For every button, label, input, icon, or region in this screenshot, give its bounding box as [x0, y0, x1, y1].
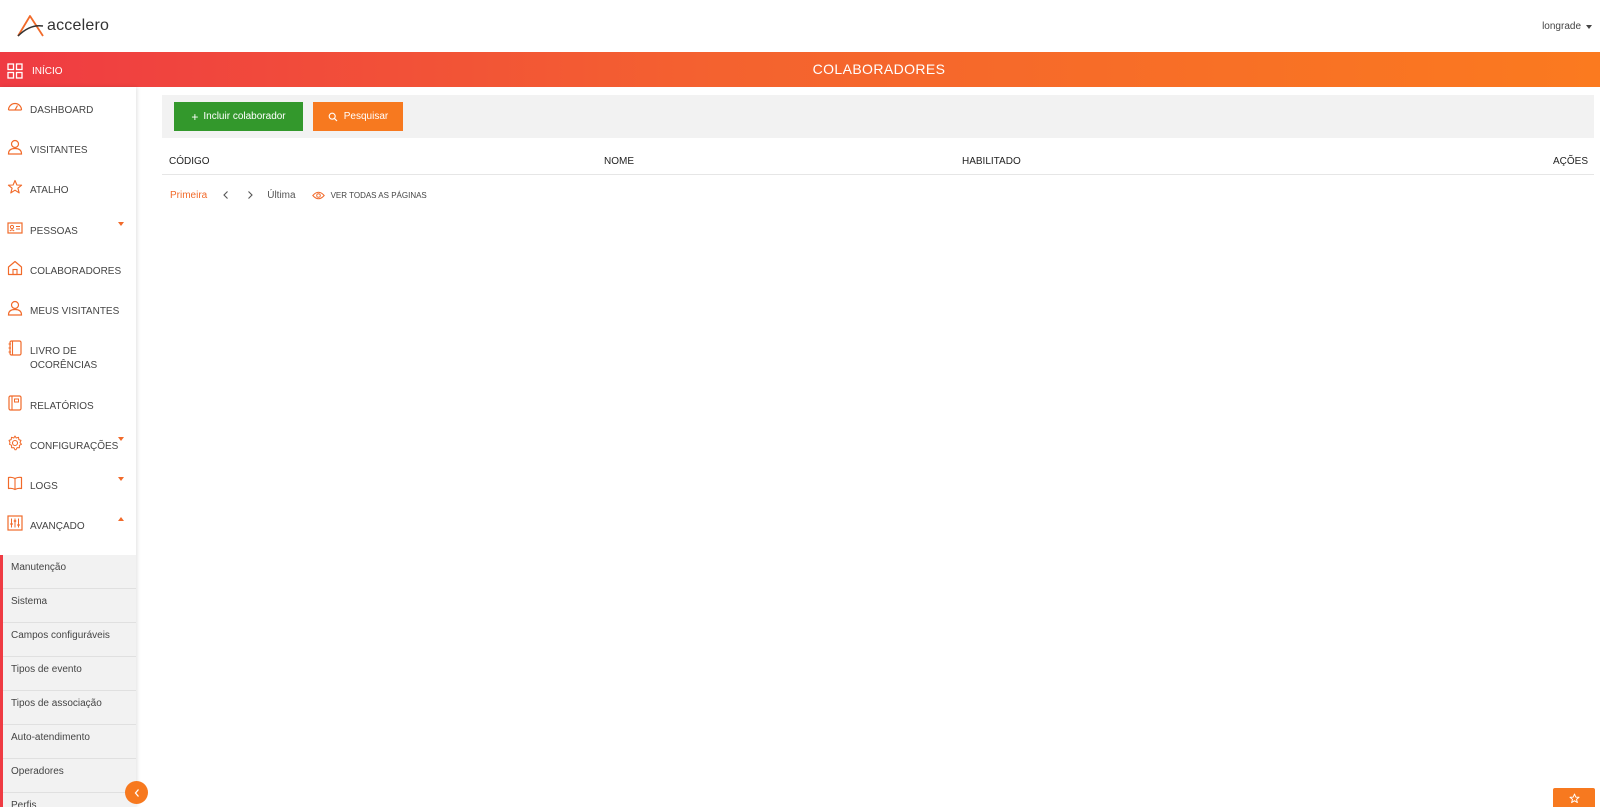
sidebar-item-configuracoes[interactable]: CONFIGURAÇÕES	[0, 435, 136, 454]
favorite-button[interactable]	[1553, 788, 1595, 807]
caret-up-icon	[118, 517, 124, 521]
sidebar-item-label: CONFIGURAÇÕES	[30, 441, 119, 452]
caret-down-icon	[1586, 24, 1592, 29]
sidebar-item-label: MEUS VISITANTES	[30, 306, 120, 317]
page-title: COLABORADORES	[812, 61, 946, 77]
sidebar-item-atalho[interactable]: ATALHO	[0, 179, 136, 198]
submenu-item-tipos-de-associacao[interactable]: Tipos de associação	[3, 691, 136, 725]
sidebar-item-livro-de-ocorrencias[interactable]: LIVRO DE OCORÊNCIAS	[0, 340, 136, 373]
chevron-left-icon	[134, 788, 139, 797]
sidebar-item-relatorios[interactable]: RELATÓRIOS	[0, 395, 136, 414]
toolbar: + Incluir colaborador Pesquisar	[162, 95, 1594, 138]
plus-icon: +	[191, 109, 199, 124]
search-icon	[328, 112, 338, 121]
eye-icon	[311, 191, 325, 199]
sidebar-item-label: ATALHO	[30, 185, 69, 196]
sidebar-item-label: AVANÇADO	[30, 521, 85, 532]
user-name: longrade	[1542, 21, 1581, 32]
user-menu[interactable]: longrade	[1542, 21, 1592, 32]
advanced-submenu: Manutenção Sistema Campos configuráveis …	[0, 555, 136, 807]
sidebar-item-label: LIVRO DE OCORÊNCIAS	[30, 346, 98, 371]
star-icon	[7, 179, 23, 194]
submenu-item-operadores[interactable]: Operadores	[3, 759, 136, 793]
logo-icon	[17, 15, 44, 37]
user-icon	[7, 139, 23, 155]
user-icon	[7, 300, 23, 316]
sidebar-item-visitantes[interactable]: VISITANTES	[0, 139, 136, 158]
star-icon	[1568, 793, 1580, 804]
column-header-nome[interactable]: NOME	[604, 156, 634, 167]
caret-down-icon	[118, 437, 124, 441]
sidebar-item-label: DASHBOARD	[30, 105, 94, 116]
column-header-habilitado[interactable]: HABILITADO	[962, 156, 1021, 167]
report-icon	[8, 395, 22, 411]
dashboard-icon	[7, 102, 23, 111]
next-page-icon[interactable]	[245, 190, 255, 200]
sidebar-item-avancado[interactable]: AVANÇADO	[0, 515, 136, 534]
submenu-item-tipos-de-evento[interactable]: Tipos de evento	[3, 657, 136, 691]
table-header: CÓDIGO NOME HABILITADO AÇÕES	[162, 150, 1594, 175]
sidebar-item-label: VISITANTES	[30, 145, 88, 156]
view-all-pages-link[interactable]: VER TODAS AS PÁGINAS	[311, 190, 427, 200]
sidebar-item-dashboard[interactable]: DASHBOARD	[0, 99, 136, 118]
submenu-item-campos-configuraveis[interactable]: Campos configuráveis	[3, 623, 136, 657]
add-collaborator-button[interactable]: + Incluir colaborador	[174, 102, 303, 131]
book-icon	[8, 340, 22, 356]
sidebar-item-label: LOGS	[30, 481, 58, 492]
last-page-link[interactable]: Última	[267, 190, 295, 201]
submenu-item-perfis[interactable]: Perfis	[3, 793, 136, 807]
search-label: Pesquisar	[343, 111, 389, 122]
submenu-item-auto-atendimento[interactable]: Auto-atendimento	[3, 725, 136, 759]
title-band: INÍCIO COLABORADORES	[0, 52, 1600, 87]
sidebar-item-logs[interactable]: LOGS	[0, 475, 136, 494]
collapse-sidebar-button[interactable]	[125, 781, 148, 804]
submenu-item-manutencao[interactable]: Manutenção	[3, 555, 136, 589]
app-logo[interactable]: accelero	[16, 14, 109, 38]
first-page-link[interactable]: Primeira	[170, 190, 207, 201]
open-book-icon	[7, 476, 23, 491]
column-header-acoes: AÇÕES	[1552, 156, 1588, 167]
column-header-codigo[interactable]: CÓDIGO	[169, 156, 210, 167]
home-icon	[7, 260, 23, 276]
sidebar-item-label: RELATÓRIOS	[30, 401, 94, 412]
view-all-pages-label: VER TODAS AS PÁGINAS	[330, 190, 427, 200]
sidebar-item-label: COLABORADORES	[30, 266, 122, 277]
search-button[interactable]: Pesquisar	[313, 102, 403, 131]
sidebar-item-meus-visitantes[interactable]: MEUS VISITANTES	[0, 300, 136, 319]
submenu-item-sistema[interactable]: Sistema	[3, 589, 136, 623]
sidebar-item-colaboradores[interactable]: COLABORADORES	[0, 260, 136, 279]
pagination: Primeira Última VER TODAS AS PÁGINAS	[170, 188, 427, 202]
sliders-icon	[7, 515, 23, 531]
gear-icon	[8, 435, 22, 451]
add-collaborator-label: Incluir colaborador	[203, 111, 286, 122]
caret-down-icon	[118, 477, 124, 481]
sidebar-item-pessoas[interactable]: PESSOAS	[0, 220, 136, 239]
top-header: accelero longrade	[0, 0, 1600, 52]
app-name: accelero	[47, 17, 110, 34]
sidebar-item-label: PESSOAS	[30, 226, 78, 237]
caret-down-icon	[118, 222, 124, 226]
previous-page-icon[interactable]	[221, 190, 231, 200]
id-card-icon	[7, 222, 23, 234]
